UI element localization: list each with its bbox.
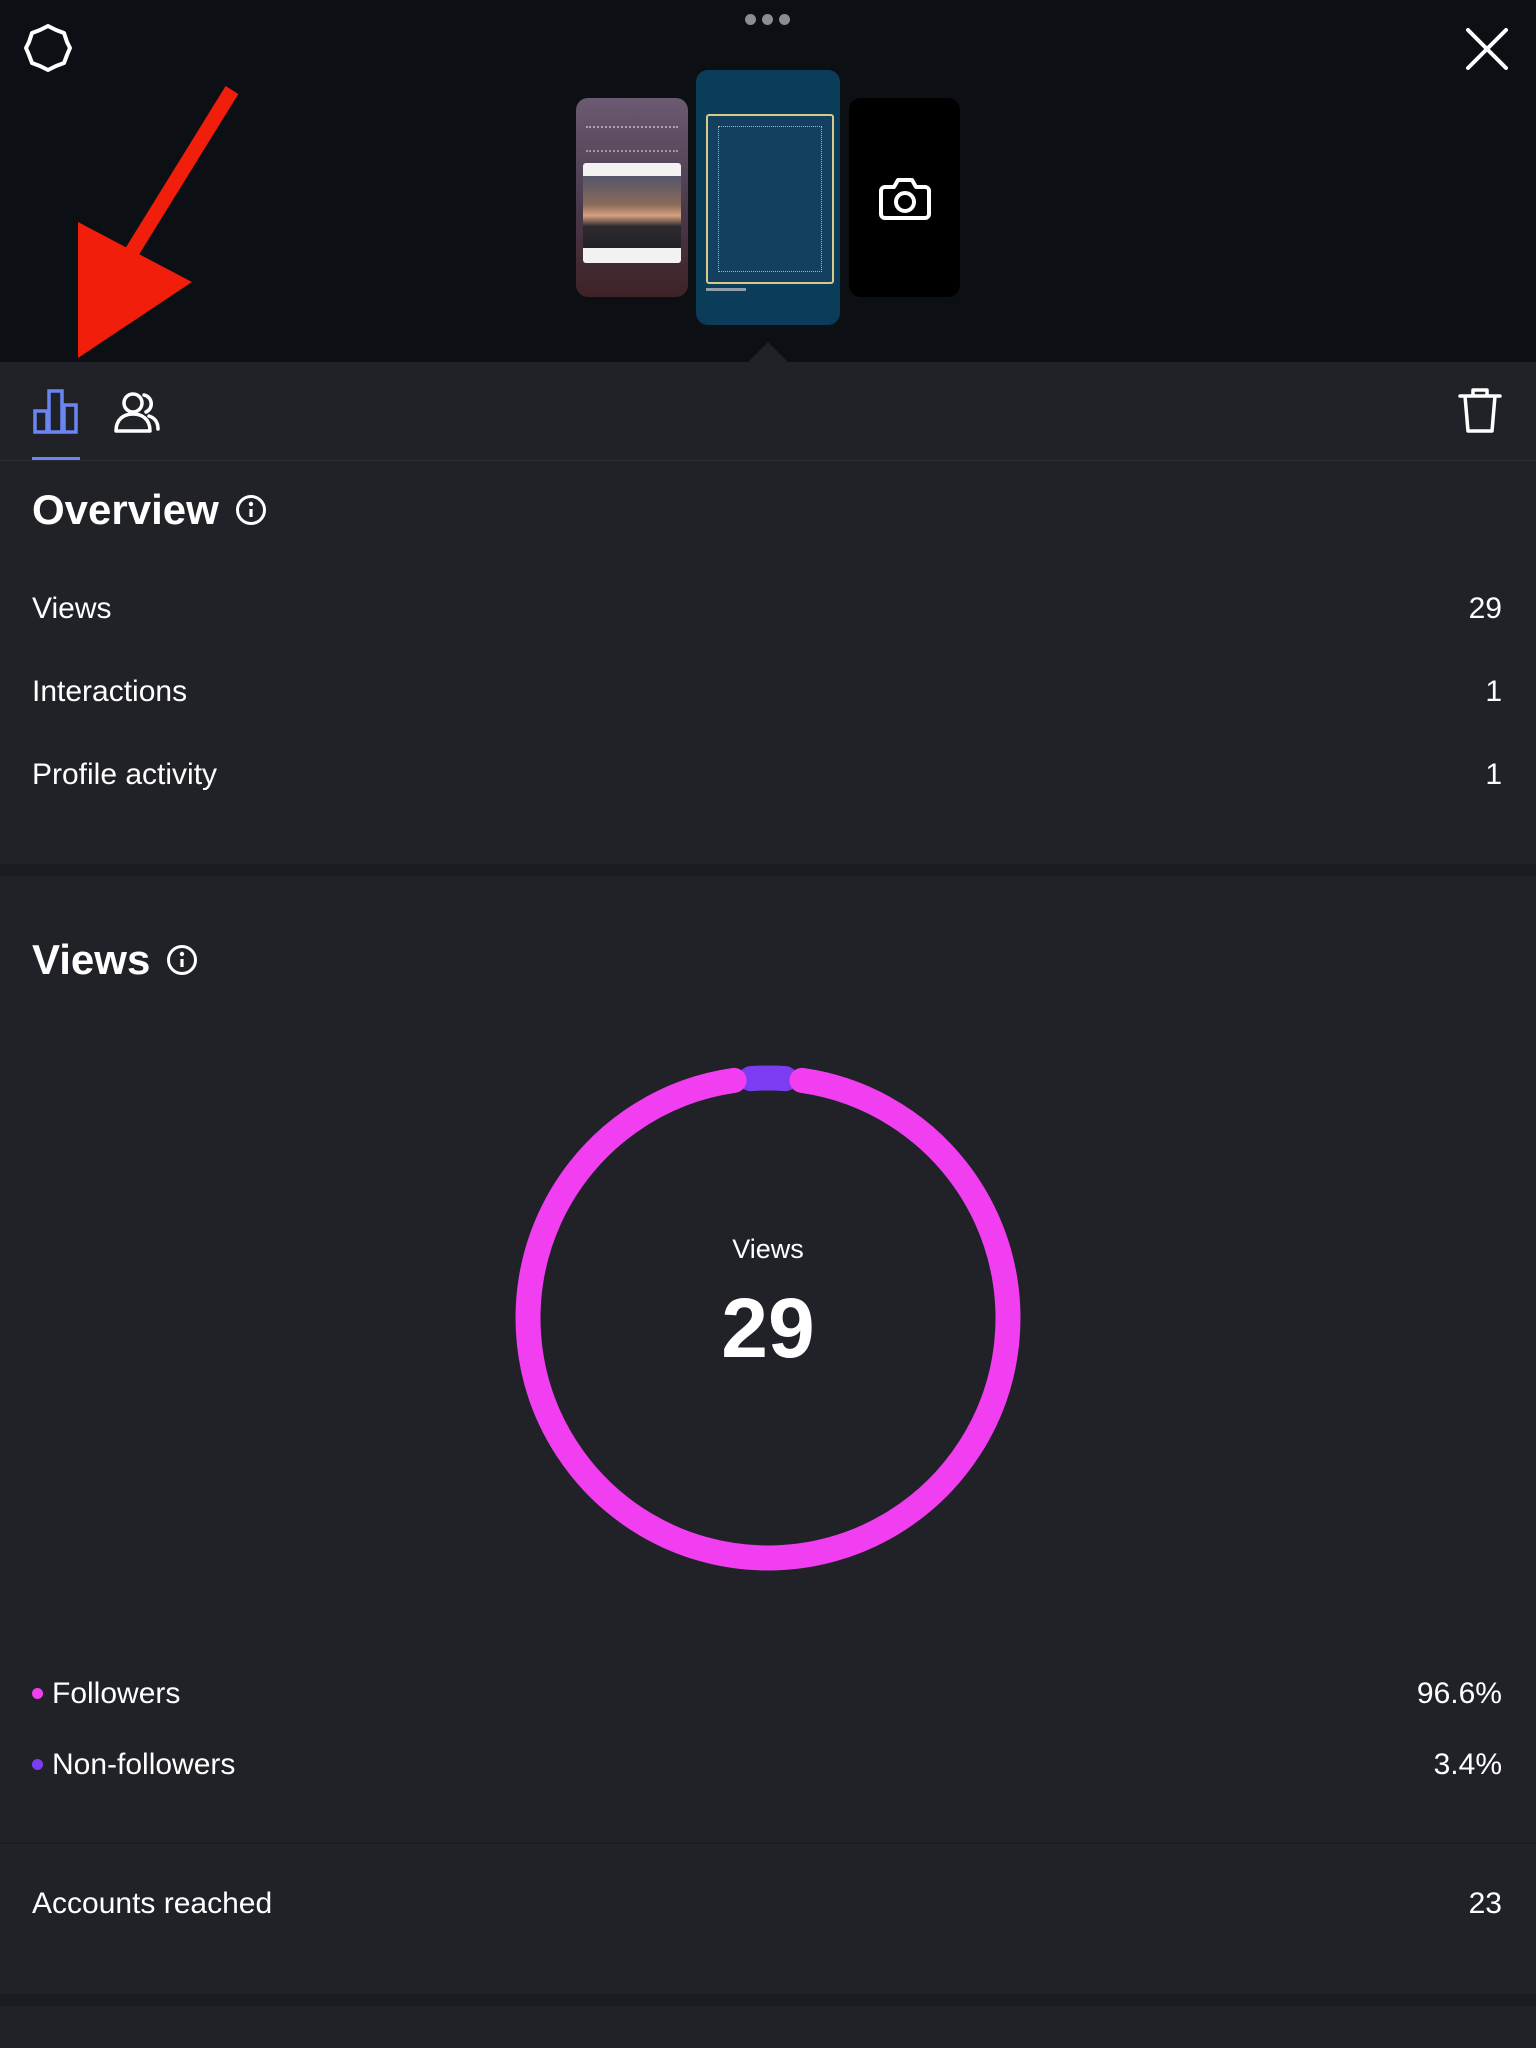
non-followers-legend-dot [32, 1758, 43, 1770]
row-label: Interactions [32, 675, 188, 708]
active-tab-indicator [32, 457, 80, 460]
insights-tab-bar [0, 362, 1536, 461]
row-label: Profile activity [32, 758, 218, 791]
overview-row-profile-activity[interactable]: Profile activity 1 [32, 758, 1502, 792]
legend-row-followers: Followers 96.6% [32, 1677, 1502, 1711]
views-heading: Views [32, 936, 198, 984]
bar-chart-icon[interactable] [32, 388, 80, 436]
people-icon[interactable] [112, 388, 162, 436]
donut-center-label: Views [732, 1234, 804, 1264]
camera-icon [878, 177, 931, 220]
legend-label: Followers [52, 1677, 181, 1710]
legend-value: 3.4% [1433, 1748, 1502, 1781]
row-label: Accounts reached [32, 1887, 273, 1920]
section-divider [0, 1994, 1536, 2006]
followers-legend-dot [32, 1687, 43, 1699]
story-thumbnail-previous[interactable] [576, 98, 688, 297]
section-divider [0, 1842, 1536, 1844]
legend-label: Non-followers [52, 1748, 236, 1781]
story-thumbnail-current[interactable] [696, 70, 840, 325]
row-label: Views [32, 592, 112, 625]
overview-row-views[interactable]: Views 29 [32, 592, 1502, 626]
close-icon[interactable] [1462, 24, 1512, 74]
current-story-pointer [748, 342, 788, 362]
overview-heading: Overview [32, 486, 267, 534]
accounts-reached-row[interactable]: Accounts reached 23 [32, 1887, 1502, 1921]
section-divider [0, 864, 1536, 876]
legend-row-non-followers: Non-followers 3.4% [32, 1748, 1502, 1782]
overview-row-interactions[interactable]: Interactions 1 [32, 675, 1502, 709]
views-title: Views [32, 936, 151, 983]
row-value: 1 [1485, 758, 1502, 791]
trash-icon[interactable] [1456, 386, 1504, 436]
row-value: 29 [1468, 592, 1502, 625]
annotation-arrow [78, 86, 239, 358]
add-story-thumbnail[interactable] [849, 98, 960, 297]
row-value: 23 [1468, 1887, 1502, 1920]
drag-handle[interactable] [745, 14, 791, 26]
legend-value: 96.6% [1416, 1677, 1502, 1710]
donut-center-value: 29 [721, 1281, 815, 1375]
info-icon[interactable] [235, 494, 267, 526]
info-icon[interactable] [166, 944, 198, 976]
row-value: 1 [1485, 675, 1502, 708]
overview-title: Overview [32, 486, 219, 533]
donut-center: Views 29 [508, 1058, 1028, 1578]
